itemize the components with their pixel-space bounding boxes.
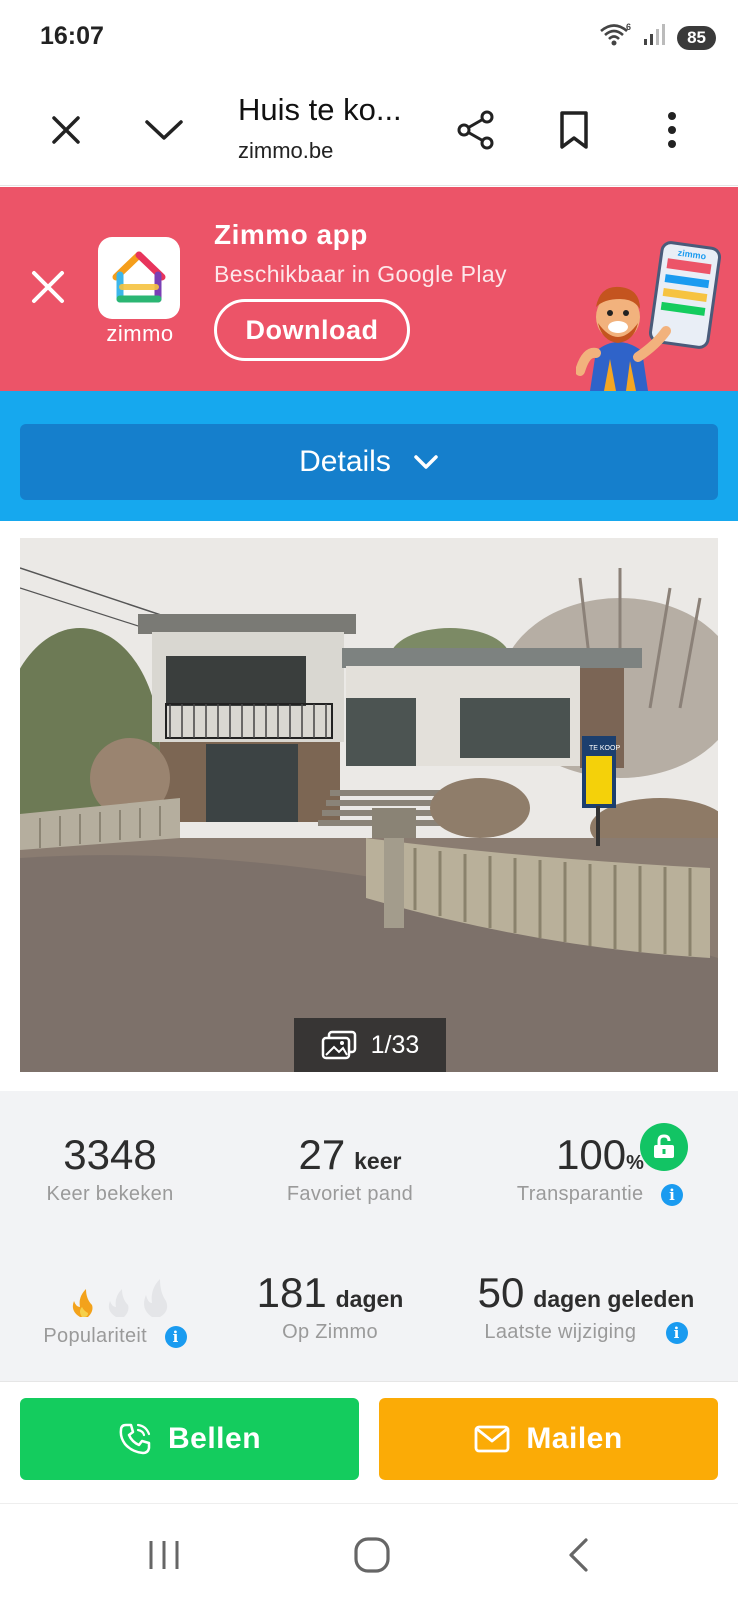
call-button[interactable]: Bellen bbox=[20, 1398, 359, 1480]
details-button[interactable]: Details bbox=[20, 424, 718, 500]
last-change-info-icon[interactable]: i bbox=[665, 1321, 688, 1344]
more-vert-icon[interactable] bbox=[646, 104, 698, 156]
call-label: Bellen bbox=[167, 1422, 262, 1455]
system-nav-bar bbox=[0, 1503, 738, 1600]
gallery-icon bbox=[321, 1030, 356, 1060]
details-bar: Details bbox=[0, 391, 738, 521]
battery-icon: 85 bbox=[677, 25, 716, 50]
status-bar: 16:07 6 85 bbox=[0, 0, 738, 76]
contact-actions: Bellen Mailen bbox=[0, 1381, 738, 1503]
banner-app-name: Zimmo app bbox=[214, 219, 368, 250]
mascot-illustration: zimmo bbox=[575, 241, 726, 391]
popularity-stat: Populariteit i bbox=[20, 1277, 210, 1348]
flame-icon bbox=[72, 1279, 168, 1317]
share-icon[interactable] bbox=[450, 104, 502, 156]
mail-button[interactable]: Mailen bbox=[379, 1398, 718, 1480]
home-icon[interactable] bbox=[342, 1530, 402, 1580]
last-change-label: Laatste wijziging bbox=[484, 1321, 637, 1343]
signal-icon bbox=[643, 23, 667, 52]
last-change-unit: dagen geleden bbox=[533, 1286, 695, 1312]
browser-toolbar: Huis te ko... zimmo.be bbox=[0, 76, 738, 186]
zimmo-logo-icon bbox=[98, 237, 180, 319]
details-label: Details bbox=[299, 445, 391, 478]
banner-subtitle: Beschikbaar in Google Play bbox=[214, 261, 507, 287]
bookmark-icon[interactable] bbox=[548, 104, 600, 156]
download-button[interactable]: Download bbox=[214, 299, 410, 361]
transparency-value: 100 bbox=[556, 1131, 627, 1178]
wifi-6-icon: 6 bbox=[599, 22, 633, 53]
stats-panel: 3348 Keer bekeken 27 keer Favoriet pand … bbox=[0, 1091, 738, 1381]
page-url[interactable]: zimmo.be bbox=[238, 138, 333, 164]
chevron-down-icon bbox=[414, 455, 438, 469]
days-stat: 181 dagen Op Zimmo bbox=[240, 1269, 420, 1344]
photo-counter-text: 1/33 bbox=[370, 1030, 420, 1059]
mail-icon bbox=[474, 1425, 510, 1453]
recent-apps-icon[interactable] bbox=[134, 1530, 194, 1580]
last-change-value: 50 bbox=[477, 1269, 525, 1316]
back-icon[interactable] bbox=[548, 1530, 608, 1580]
app-install-banner: zimmo Zimmo app Beschikbaar in Google Pl… bbox=[0, 187, 738, 391]
unlock-icon bbox=[640, 1123, 688, 1171]
days-value: 181 bbox=[256, 1269, 327, 1316]
days-label: Op Zimmo bbox=[282, 1321, 378, 1343]
views-stat: 3348 Keer bekeken bbox=[20, 1131, 200, 1206]
house-photo-illustration: TE KOOP bbox=[20, 538, 718, 1072]
chevron-down-icon[interactable] bbox=[138, 104, 190, 156]
svg-text:6: 6 bbox=[626, 22, 631, 32]
phone-icon bbox=[119, 1423, 151, 1455]
views-value: 3348 bbox=[63, 1131, 157, 1178]
photo-counter[interactable]: 1/33 bbox=[294, 1018, 446, 1072]
status-icons: 6 85 bbox=[599, 22, 716, 53]
favorites-unit: keer bbox=[354, 1148, 402, 1174]
banner-close-icon[interactable] bbox=[28, 267, 68, 307]
favorites-label: Favoriet pand bbox=[286, 1183, 414, 1205]
page-title[interactable]: Huis te ko... bbox=[238, 92, 402, 128]
popularity-label: Populariteit bbox=[43, 1325, 148, 1347]
zimmo-logo-text: zimmo bbox=[106, 321, 174, 346]
close-icon[interactable] bbox=[40, 104, 92, 156]
last-change-stat: 50 dagen geleden Laatste wijziging i bbox=[446, 1269, 726, 1344]
transparency-info-icon[interactable]: i bbox=[661, 1183, 684, 1206]
popularity-info-icon[interactable]: i bbox=[164, 1325, 187, 1348]
days-unit: dagen bbox=[335, 1286, 404, 1312]
favorites-stat: 27 keer Favoriet pand bbox=[250, 1131, 450, 1206]
views-label: Keer bekeken bbox=[46, 1183, 174, 1205]
mail-label: Mailen bbox=[526, 1422, 623, 1455]
status-time: 16:07 bbox=[40, 22, 104, 50]
transparency-label: Transparantie bbox=[516, 1183, 644, 1205]
property-photo[interactable]: TE KOOP 1/33 bbox=[20, 538, 718, 1072]
sale-sign-text: TE KOOP bbox=[589, 745, 620, 752]
popularity-flames bbox=[20, 1277, 210, 1321]
favorites-value: 27 bbox=[298, 1131, 346, 1178]
